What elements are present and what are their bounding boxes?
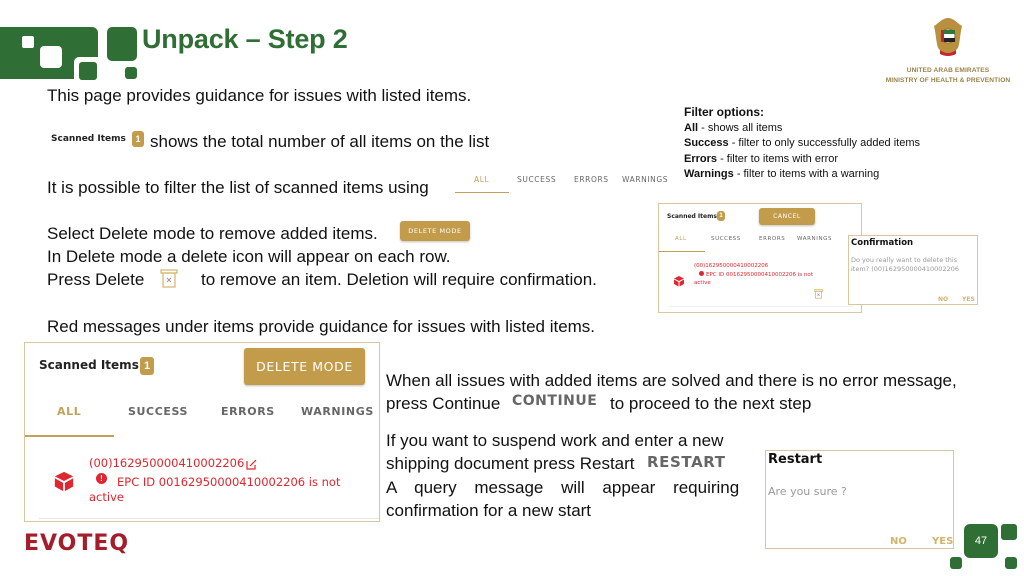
- scanned-count-badge: 1: [132, 131, 144, 147]
- tab-indicator: [659, 251, 705, 252]
- restart-text-line2: shipping document press Restart: [386, 454, 635, 473]
- tab-warnings[interactable]: WARNINGS: [301, 405, 374, 418]
- scanned-items-label: Scanned Items: [667, 213, 717, 220]
- continue-text-line2: press Continue: [386, 394, 501, 413]
- restart-yes-button[interactable]: YES: [932, 536, 953, 547]
- filter-options: Filter options: All - shows all items Su…: [684, 105, 920, 183]
- ministry-line-2: MINISTRY OF HEALTH & PREVENTION: [885, 77, 1011, 84]
- tab-all[interactable]: ALL: [57, 405, 81, 418]
- uae-emblem-icon: [934, 18, 962, 56]
- tab-warnings[interactable]: WARNINGS: [622, 175, 668, 184]
- tab-success[interactable]: SUCCESS: [711, 236, 741, 242]
- restart-dialog: Restart Are you sure ? NO YES: [765, 450, 954, 549]
- item-error: EPC ID 00162950000410002206 is not activ…: [694, 272, 813, 286]
- package-error-icon: [674, 276, 684, 287]
- item-code: (00)162950000410002206: [694, 263, 769, 269]
- confirmation-message: Do you really want to delete this item? …: [851, 256, 959, 273]
- restart-text-line1: If you want to suspend work and enter a …: [386, 431, 724, 450]
- confirmation-dialog: Confirmation Do you really want to delet…: [848, 235, 978, 305]
- continue-button[interactable]: CONTINUE: [512, 393, 597, 409]
- restart-no-button[interactable]: NO: [890, 536, 907, 547]
- delete-mode-button-inline[interactable]: DELETE MODE: [400, 221, 470, 241]
- delete-icon[interactable]: [160, 269, 178, 288]
- restart-button[interactable]: RESTART: [647, 453, 726, 471]
- scanned-items-label: Scanned Items: [39, 358, 139, 372]
- delete-icon[interactable]: [814, 289, 823, 299]
- tab-all[interactable]: ALL: [474, 175, 489, 184]
- filter-desc-text: It is possible to filter the list of sca…: [47, 178, 429, 197]
- restart-dialog-title: Restart: [768, 452, 823, 467]
- restart-dialog-message: Are you sure ?: [768, 485, 847, 498]
- item-error: EPC ID 00162950000410002206 is not activ…: [89, 475, 341, 504]
- restart-text-line3: A query message will appear requiring: [386, 478, 740, 497]
- scanned-desc-text: shows the total number of all items on t…: [150, 132, 490, 151]
- confirmation-title: Confirmation: [851, 238, 914, 248]
- tab-indicator: [25, 435, 114, 437]
- ministry-line-1: UNITED ARAB EMIRATES: [906, 67, 990, 74]
- red-messages-text: Red messages under items provide guidanc…: [47, 317, 596, 336]
- continue-text-line1: When all issues with added items are sol…: [386, 371, 957, 390]
- tab-indicator: [455, 192, 509, 193]
- page-number: 47: [964, 524, 998, 558]
- tab-all[interactable]: ALL: [675, 236, 687, 242]
- tab-errors[interactable]: ERRORS: [574, 175, 609, 184]
- delete-row-text: In Delete mode a delete icon will appear…: [47, 247, 451, 266]
- package-error-icon: [54, 471, 74, 492]
- confirmation-yes-button[interactable]: YES: [962, 296, 975, 303]
- continue-text-line2-post: to proceed to the next step: [610, 394, 812, 413]
- evoteq-logo: EVOTEQ: [24, 531, 130, 556]
- scanned-items-screen: Scanned Items 1 DELETE MODE ALL SUCCESS …: [24, 342, 380, 522]
- cancel-button[interactable]: CANCEL: [759, 208, 815, 225]
- scanned-count-badge: 1: [717, 211, 725, 221]
- tab-success[interactable]: SUCCESS: [517, 175, 556, 184]
- restart-text-line4: confirmation for a new start: [386, 501, 592, 520]
- tab-success[interactable]: SUCCESS: [128, 405, 188, 418]
- delete-mode-screen: Scanned Items 1 CANCEL ALL SUCCESS ERROR…: [658, 203, 862, 313]
- press-delete-text: Press Delete: [47, 270, 145, 289]
- edit-icon[interactable]: [246, 458, 258, 470]
- item-code: (00)162950000410002206: [89, 456, 245, 470]
- scanned-items-label: Scanned Items: [51, 134, 126, 144]
- tab-errors[interactable]: ERRORS: [221, 405, 275, 418]
- filter-option-errors: Errors - filter to items with error: [684, 152, 839, 165]
- filter-option-warnings: Warnings - filter to items with a warnin…: [684, 168, 880, 180]
- confirmation-no-button[interactable]: NO: [938, 296, 948, 303]
- guidance-text: This page provides guidance for issues w…: [47, 86, 472, 105]
- filter-option-success: Success - filter to only successfully ad…: [684, 137, 921, 149]
- delete-select-text: Select Delete mode to remove added items…: [47, 224, 378, 243]
- tab-errors[interactable]: ERRORS: [759, 236, 785, 242]
- scanned-count-badge: 1: [140, 357, 154, 375]
- filter-options-heading: Filter options:: [684, 105, 764, 119]
- page-title: Unpack – Step 2: [142, 24, 348, 54]
- filter-option-all: All - shows all items: [684, 121, 783, 134]
- tab-warnings[interactable]: WARNINGS: [797, 236, 832, 242]
- delete-mode-button[interactable]: DELETE MODE: [244, 348, 365, 385]
- press-delete-rest-text: to remove an item. Deletion will require…: [201, 270, 597, 289]
